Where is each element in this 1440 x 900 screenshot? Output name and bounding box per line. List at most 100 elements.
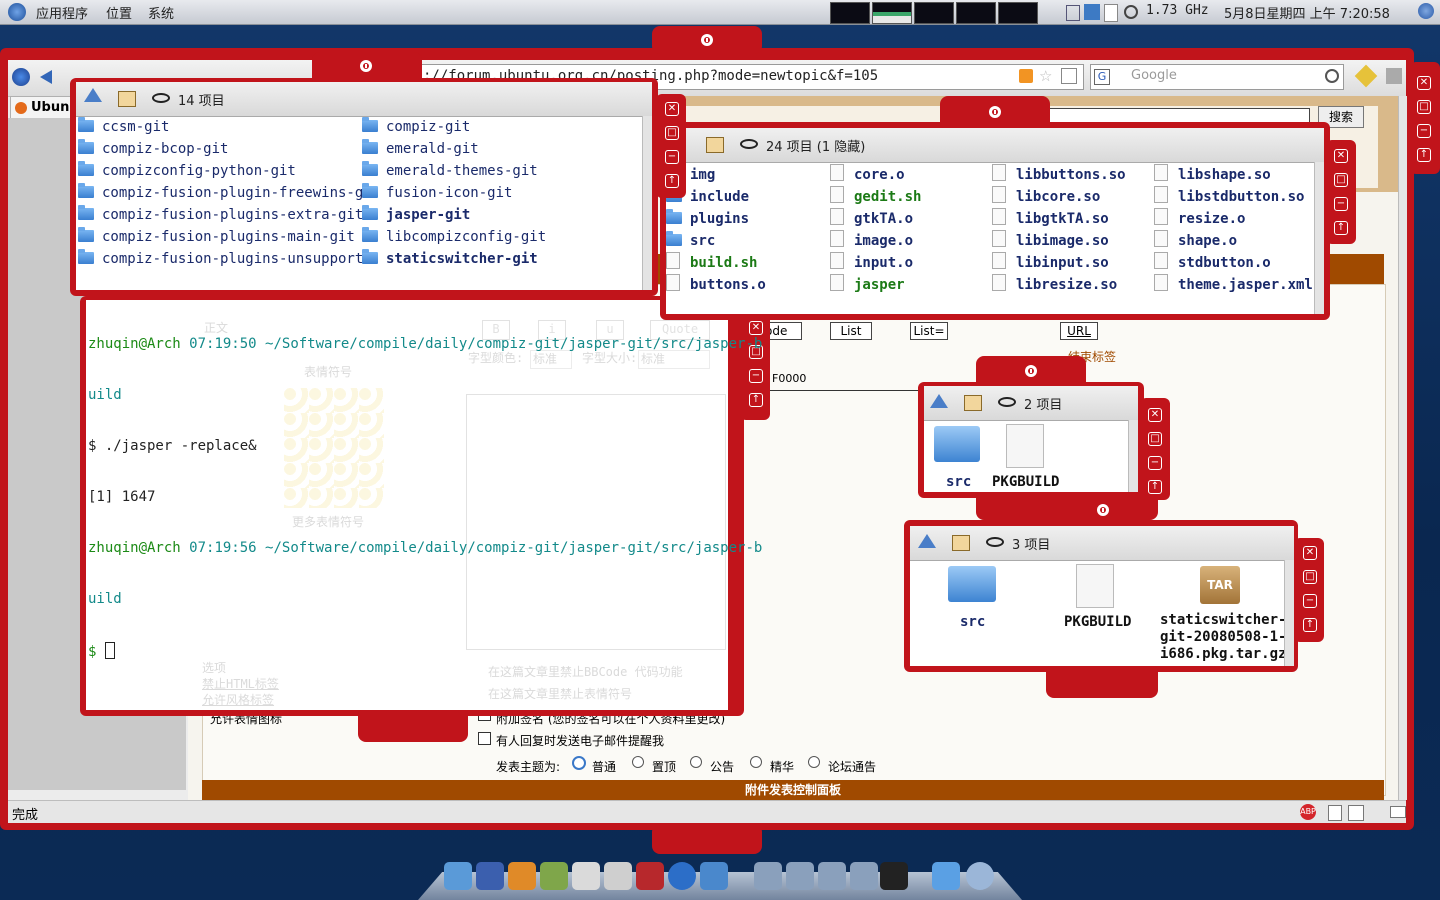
list-item[interactable]: compiz-bcop-git — [78, 138, 372, 160]
list-item[interactable]: build.sh — [666, 252, 766, 274]
list-item[interactable]: core.o — [830, 164, 921, 186]
mail-icon[interactable] — [1390, 806, 1406, 818]
power-icon[interactable] — [1418, 3, 1434, 19]
nautilus3-item-pkgbuild[interactable]: PKGBUILD — [992, 474, 1059, 490]
list-item[interactable]: ccsm-git — [78, 116, 372, 138]
terminal-frame-tab-bottom[interactable] — [358, 708, 468, 742]
tux-icon[interactable] — [604, 862, 632, 890]
large-folder-icon[interactable] — [948, 566, 996, 602]
list-item[interactable]: libinput.so — [992, 252, 1126, 274]
bookmark-star-icon[interactable]: ☆ — [1039, 68, 1052, 84]
large-file-icon[interactable] — [1006, 424, 1044, 468]
shade-up-icon[interactable]: ↑ — [1334, 221, 1348, 235]
window-icon[interactable] — [700, 862, 728, 890]
minimize-icon[interactable]: − — [1303, 594, 1317, 608]
google-icon[interactable]: G — [1094, 69, 1110, 85]
clock[interactable]: 5月8日星期四 上午 7:20:58 — [1224, 3, 1390, 22]
list-item[interactable]: emerald-git — [362, 138, 546, 160]
close-icon[interactable]: ✕ — [1303, 546, 1317, 560]
minimize-icon[interactable]: − — [1334, 197, 1348, 211]
notify-reply-checkbox[interactable] — [478, 732, 491, 745]
nautilus-dock-icon-2[interactable] — [786, 862, 814, 890]
edit-icon[interactable] — [1348, 805, 1364, 821]
close-icon[interactable]: ✕ — [665, 102, 679, 116]
menu-system[interactable]: 系统 — [148, 3, 174, 22]
window-menu-icon[interactable] — [1025, 365, 1037, 377]
emerald-icon[interactable] — [476, 862, 504, 890]
nautilus3-frame-tab-bottom[interactable] — [976, 490, 1158, 520]
eye-icon[interactable] — [998, 397, 1016, 407]
cursor-icon[interactable] — [1084, 4, 1100, 20]
nautilus3-item-src[interactable]: src — [946, 474, 971, 490]
eye-icon[interactable] — [986, 537, 1004, 547]
list-item[interactable]: libresize.so — [992, 274, 1126, 296]
terminal-dock-icon[interactable] — [880, 862, 908, 890]
list-item[interactable]: compiz-fusion-plugins-main-git — [78, 226, 372, 248]
list-item[interactable]: compiz-fusion-plugin-freewins-gi — [78, 182, 372, 204]
window-menu-icon[interactable] — [989, 106, 1001, 118]
large-file-icon[interactable] — [1076, 564, 1114, 608]
home-icon[interactable] — [964, 395, 982, 411]
eye-icon[interactable] — [152, 93, 170, 103]
list-item[interactable]: fusion-icon-git — [362, 182, 546, 204]
menu-places[interactable]: 位置 — [106, 3, 132, 22]
list-item[interactable]: buttons.o — [666, 274, 766, 296]
list-item[interactable]: emerald-themes-git — [362, 160, 546, 182]
resize-icon[interactable] — [1386, 68, 1402, 84]
topic-type-digest-radio[interactable] — [750, 756, 762, 768]
list-item[interactable]: libbuttons.so — [992, 164, 1126, 186]
notes-icon[interactable] — [572, 862, 600, 890]
list-item[interactable]: jasper-git — [362, 204, 546, 226]
extension-icon[interactable] — [1354, 64, 1378, 88]
up-arrow-icon[interactable] — [930, 394, 948, 408]
maximize-icon[interactable]: □ — [1148, 432, 1162, 446]
list-item[interactable]: libcore.so — [992, 186, 1126, 208]
topic-type-sticky-radio[interactable] — [632, 756, 644, 768]
page-scrollbar[interactable] — [1398, 96, 1407, 800]
shade-up-icon[interactable]: ↑ — [1148, 480, 1162, 494]
list-item[interactable]: compiz-fusion-plugins-unsupporte — [78, 248, 372, 270]
nautilus3-scrollbar[interactable] — [1128, 420, 1138, 492]
list-item[interactable]: compizconfig-python-git — [78, 160, 372, 182]
maximize-icon[interactable]: □ — [1334, 173, 1348, 187]
nautilus4-item-pkgbuild[interactable]: PKGBUILD — [1064, 614, 1131, 630]
shade-up-icon[interactable]: ↑ — [1417, 148, 1431, 162]
close-icon[interactable]: ✕ — [1417, 76, 1431, 90]
nautilus1-scrollbar[interactable] — [642, 116, 652, 290]
rss-icon[interactable] — [1019, 69, 1033, 83]
firefox-dock-icon[interactable] — [668, 862, 696, 890]
player-dock-icon[interactable] — [966, 862, 994, 890]
list-item[interactable]: libshape.so — [1154, 164, 1313, 186]
eye-icon[interactable] — [740, 139, 758, 149]
topic-type-announce-radio[interactable] — [690, 756, 702, 768]
list-item[interactable]: stdbutton.o — [1154, 252, 1313, 274]
adblock-icon[interactable]: ABP — [1300, 804, 1316, 820]
list-item[interactable]: compiz-git — [362, 116, 546, 138]
shade-up-icon[interactable]: ↑ — [1303, 618, 1317, 632]
list-item[interactable]: resize.o — [1154, 208, 1313, 230]
firefox-frame-tab-bottom[interactable] — [652, 824, 762, 854]
bbcode-list-eq-button[interactable]: List= — [910, 322, 948, 340]
list-item[interactable]: libgtkTA.so — [992, 208, 1126, 230]
go-icon[interactable] — [1061, 68, 1077, 84]
window-menu-icon[interactable] — [360, 60, 372, 72]
nautilus2-scrollbar[interactable] — [1314, 162, 1324, 314]
list-item[interactable]: theme.jasper.xml — [1154, 274, 1313, 296]
nautilus4-frame-tab-bottom[interactable] — [1046, 664, 1158, 698]
home-icon[interactable] — [706, 137, 724, 153]
nautilus-dock-icon-3[interactable] — [818, 862, 846, 890]
addon-icon[interactable] — [1328, 805, 1342, 821]
tar-archive-icon[interactable]: TAR — [1200, 566, 1240, 604]
back-icon[interactable] — [40, 70, 52, 84]
home-icon[interactable] — [952, 535, 970, 551]
list-item[interactable]: gtkTA.o — [830, 208, 921, 230]
list-item[interactable]: compiz-fusion-plugins-extra-git — [78, 204, 372, 226]
distro-logo-icon[interactable] — [8, 3, 26, 21]
users-icon[interactable] — [444, 862, 472, 890]
list-item[interactable]: image.o — [830, 230, 921, 252]
list-item[interactable]: src — [666, 230, 766, 252]
nautilus-dock-icon-4[interactable] — [850, 862, 878, 890]
nautilus4-item-tarball[interactable]: staticswitcher- git-20080508-1- i686.pkg… — [1160, 612, 1286, 663]
compiz-icon[interactable] — [636, 862, 664, 890]
network-icon[interactable] — [1066, 5, 1080, 21]
